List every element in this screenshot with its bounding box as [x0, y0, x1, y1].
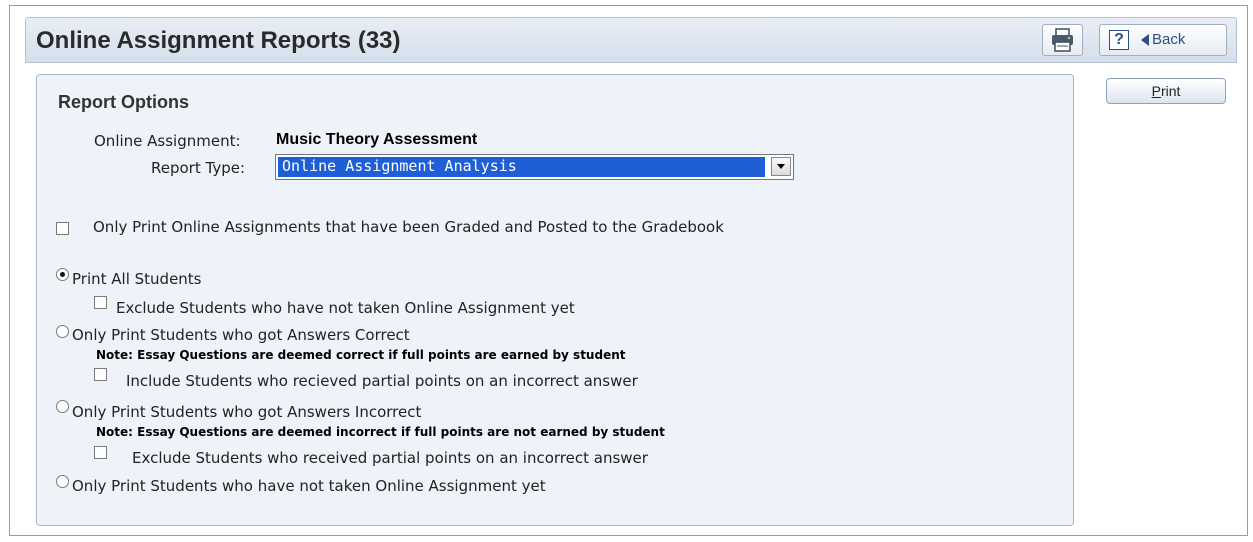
back-arrow-icon[interactable]	[1141, 34, 1149, 46]
only-graded-label: Only Print Online Assignments that have …	[93, 218, 724, 236]
correct-label: Only Print Students who got Answers Corr…	[72, 326, 410, 344]
chevron-down-icon[interactable]	[771, 157, 791, 176]
print-button-rest: rint	[1160, 83, 1181, 99]
exclude-not-taken-label: Exclude Students who have not taken Onli…	[116, 299, 575, 317]
assignment-value: Music Theory Assessment	[276, 131, 478, 148]
help-back-group: ? Back	[1099, 24, 1227, 56]
print-tool-button[interactable]	[1042, 24, 1083, 56]
report-type-select[interactable]: Online Assignment Analysis	[275, 154, 794, 180]
assignment-label: Online Assignment:	[94, 132, 241, 150]
report-options-panel: Report Options Online Assignment: Music …	[36, 74, 1074, 526]
page-title: Online Assignment Reports (33)	[36, 27, 401, 54]
back-button[interactable]: Back	[1152, 31, 1185, 48]
print-all-radio[interactable]	[56, 268, 69, 281]
print-button-mnemonic: P	[1151, 83, 1161, 99]
printer-icon	[1052, 28, 1073, 52]
exclude-partial-checkbox[interactable]	[94, 446, 107, 459]
exclude-partial-label: Exclude Students who received partial po…	[132, 449, 648, 467]
only-graded-checkbox[interactable]	[56, 222, 69, 235]
section-title: Report Options	[58, 92, 189, 112]
include-partial-checkbox[interactable]	[94, 368, 107, 381]
include-partial-label: Include Students who recieved partial po…	[126, 372, 638, 390]
incorrect-label: Only Print Students who got Answers Inco…	[72, 403, 422, 421]
exclude-not-taken-checkbox[interactable]	[94, 296, 107, 309]
page-header: Online Assignment Reports (33) ? Back	[25, 17, 1237, 63]
correct-radio[interactable]	[56, 325, 69, 338]
print-button[interactable]: Print	[1106, 78, 1226, 104]
help-icon[interactable]: ?	[1109, 30, 1129, 50]
incorrect-radio[interactable]	[56, 400, 69, 413]
incorrect-note: Note: Essay Questions are deemed incorre…	[96, 425, 665, 439]
print-all-label: Print All Students	[72, 270, 202, 288]
report-type-label: Report Type:	[151, 159, 245, 177]
not-taken-label: Only Print Students who have not taken O…	[72, 477, 546, 495]
report-type-value: Online Assignment Analysis	[278, 157, 765, 177]
correct-note: Note: Essay Questions are deemed correct…	[96, 348, 626, 362]
not-taken-radio[interactable]	[56, 475, 69, 488]
